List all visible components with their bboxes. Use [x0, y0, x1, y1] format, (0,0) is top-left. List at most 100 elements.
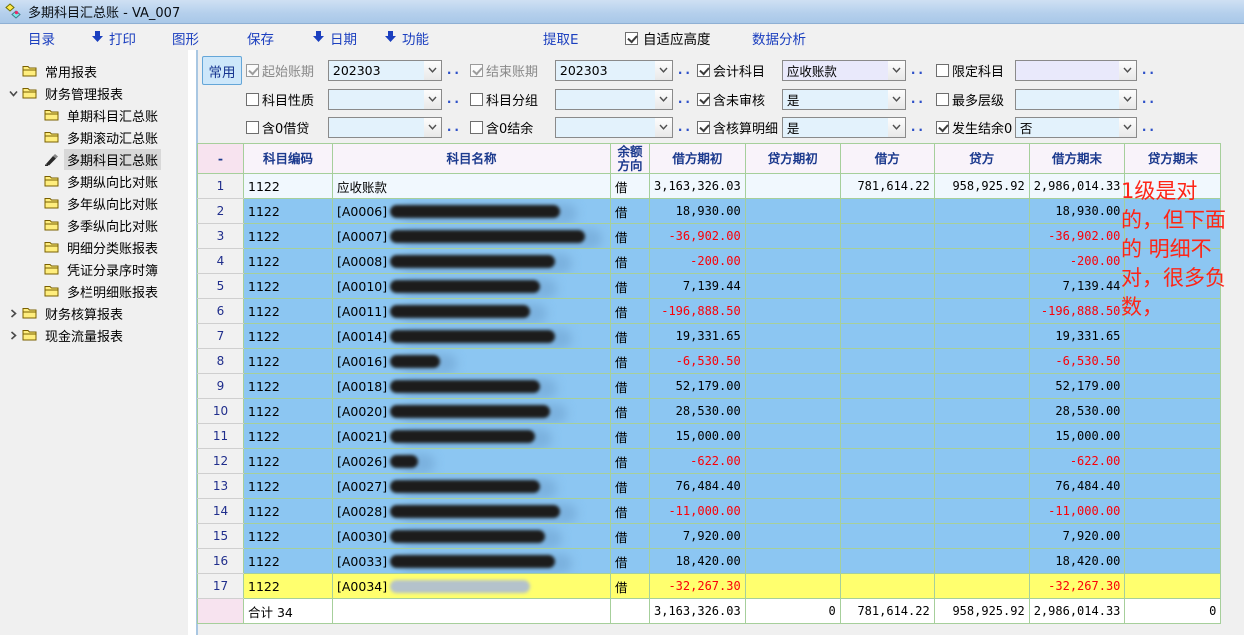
- sidebar-item-多栏明细账报表[interactable]: 多栏明细账报表: [0, 280, 188, 302]
- table-row[interactable]: 171122[A0034]借-32,267.30-32,267.30: [198, 574, 1221, 599]
- cell-debit[interactable]: 781,614.22: [840, 174, 934, 199]
- chevron-down-icon[interactable]: [888, 90, 905, 109]
- cell-end-debit[interactable]: -622.00: [1029, 449, 1125, 474]
- cell-debit[interactable]: [840, 574, 934, 599]
- cell-end-credit[interactable]: [1125, 324, 1221, 349]
- cell-balance-direction[interactable]: 借: [611, 424, 650, 449]
- cell-end-credit[interactable]: [1125, 249, 1221, 274]
- filter-checkbox-最多层级[interactable]: [936, 93, 949, 106]
- cell-credit[interactable]: [934, 399, 1029, 424]
- chevron-down-icon[interactable]: [1119, 118, 1136, 137]
- cell-begin-debit[interactable]: -622.00: [650, 449, 746, 474]
- cell-credit[interactable]: [934, 349, 1029, 374]
- sidebar-item-多季纵向比对账[interactable]: 多季纵向比对账: [0, 214, 188, 236]
- cell-end-credit[interactable]: [1125, 199, 1221, 224]
- row-number-cell[interactable]: 2: [198, 199, 244, 224]
- row-number-cell[interactable]: 12: [198, 449, 244, 474]
- cell-balance-direction[interactable]: 借: [611, 349, 650, 374]
- expander-expanded-icon[interactable]: [6, 90, 20, 97]
- row-number-cell[interactable]: 1: [198, 174, 244, 199]
- cell-subject-code[interactable]: 1122: [244, 424, 333, 449]
- combo-more-button[interactable]: ..: [911, 92, 926, 106]
- table-row[interactable]: 51122[A0010]借7,139.447,139.44: [198, 274, 1221, 299]
- cell-subject-name[interactable]: [A0008]: [333, 249, 611, 274]
- column-header-借方期末[interactable]: 借方期末: [1029, 144, 1125, 174]
- menu-item-保存[interactable]: 保存: [247, 28, 274, 48]
- cell-subject-name[interactable]: [A0027]: [333, 474, 611, 499]
- cell-debit[interactable]: [840, 499, 934, 524]
- filter-checkbox-会计科目[interactable]: [697, 64, 710, 77]
- cell-end-credit[interactable]: [1125, 224, 1221, 249]
- combo-more-button[interactable]: ..: [911, 120, 926, 134]
- cell-subject-name[interactable]: [A0034]: [333, 574, 611, 599]
- filter-checkbox-含0结余[interactable]: [470, 121, 483, 134]
- cell-subject-code[interactable]: 1122: [244, 524, 333, 549]
- cell-begin-credit[interactable]: [745, 174, 840, 199]
- cell-begin-credit[interactable]: [745, 274, 840, 299]
- total-debit[interactable]: 781,614.22: [840, 599, 934, 624]
- menu-item-日期[interactable]: 日期: [312, 28, 357, 48]
- cell-subject-code[interactable]: 1122: [244, 549, 333, 574]
- cell-subject-code[interactable]: 1122: [244, 299, 333, 324]
- cell-begin-credit[interactable]: [745, 499, 840, 524]
- cell-begin-credit[interactable]: [745, 349, 840, 374]
- row-number-cell[interactable]: 14: [198, 499, 244, 524]
- cell-begin-credit[interactable]: [745, 424, 840, 449]
- cell-debit[interactable]: [840, 449, 934, 474]
- row-number-cell[interactable]: 7: [198, 324, 244, 349]
- row-number-cell[interactable]: 17: [198, 574, 244, 599]
- table-row[interactable]: 141122[A0028]借-11,000.00-11,000.00: [198, 499, 1221, 524]
- cell-debit[interactable]: [840, 549, 934, 574]
- expander-collapsed-icon[interactable]: [6, 309, 20, 318]
- cell-subject-code[interactable]: 1122: [244, 574, 333, 599]
- cell-balance-direction[interactable]: 借: [611, 474, 650, 499]
- table-row[interactable]: 131122[A0027]借76,484.4076,484.40: [198, 474, 1221, 499]
- chevron-down-icon[interactable]: [424, 61, 441, 80]
- cell-end-debit[interactable]: -36,902.00: [1029, 224, 1125, 249]
- cell-begin-credit[interactable]: [745, 474, 840, 499]
- cell-end-credit[interactable]: [1125, 374, 1221, 399]
- table-row[interactable]: 31122[A0007]借-36,902.00-36,902.00: [198, 224, 1221, 249]
- filter-checkbox-起始账期[interactable]: [246, 64, 259, 77]
- column-header-贷方期末[interactable]: 贷方期末: [1125, 144, 1221, 174]
- cell-subject-name[interactable]: [A0006]: [333, 199, 611, 224]
- filter-combo-含核算明细[interactable]: 是: [782, 117, 906, 138]
- menu-item-图形[interactable]: 图形: [172, 28, 199, 48]
- table-row[interactable]: 81122[A0016]借-6,530.50-6,530.50: [198, 349, 1221, 374]
- sidebar-item-财务核算报表[interactable]: 财务核算报表: [0, 302, 188, 324]
- cell-credit[interactable]: [934, 374, 1029, 399]
- row-number-cell[interactable]: 9: [198, 374, 244, 399]
- chevron-down-icon[interactable]: [655, 90, 672, 109]
- table-row[interactable]: 61122[A0011]借-196,888.50-196,888.50: [198, 299, 1221, 324]
- cell-credit[interactable]: [934, 424, 1029, 449]
- sidebar-item-多期纵向比对账[interactable]: 多期纵向比对账: [0, 170, 188, 192]
- cell-begin-debit[interactable]: 19,331.65: [650, 324, 746, 349]
- cell-end-credit[interactable]: [1125, 499, 1221, 524]
- cell-balance-direction[interactable]: 借: [611, 274, 650, 299]
- cell-begin-credit[interactable]: [745, 374, 840, 399]
- table-row[interactable]: 41122[A0008]借-200.00-200.00: [198, 249, 1221, 274]
- cell-balance-direction[interactable]: 借: [611, 299, 650, 324]
- row-number-cell[interactable]: 8: [198, 349, 244, 374]
- cell-balance-direction[interactable]: 借: [611, 374, 650, 399]
- chevron-down-icon[interactable]: [424, 118, 441, 137]
- cell-end-credit[interactable]: [1125, 549, 1221, 574]
- fit-height-checkbox[interactable]: [625, 32, 638, 45]
- sidebar-item-现金流量报表[interactable]: 现金流量报表: [0, 324, 188, 346]
- cell-begin-debit[interactable]: 28,530.00: [650, 399, 746, 424]
- cell-credit[interactable]: [934, 574, 1029, 599]
- cell-end-debit[interactable]: -196,888.50: [1029, 299, 1125, 324]
- cell-subject-name[interactable]: [A0033]: [333, 549, 611, 574]
- filter-checkbox-科目性质[interactable]: [246, 93, 259, 106]
- cell-debit[interactable]: [840, 399, 934, 424]
- column-header-科目名称[interactable]: 科目名称: [333, 144, 611, 174]
- cell-end-debit[interactable]: 7,139.44: [1029, 274, 1125, 299]
- cell-begin-credit[interactable]: [745, 199, 840, 224]
- cell-begin-credit[interactable]: [745, 224, 840, 249]
- cell-subject-code[interactable]: 1122: [244, 224, 333, 249]
- cell-credit[interactable]: [934, 524, 1029, 549]
- cell-subject-name[interactable]: [A0011]: [333, 299, 611, 324]
- cell-debit[interactable]: [840, 199, 934, 224]
- combo-more-button[interactable]: ..: [447, 120, 462, 134]
- cell-balance-direction[interactable]: 借: [611, 574, 650, 599]
